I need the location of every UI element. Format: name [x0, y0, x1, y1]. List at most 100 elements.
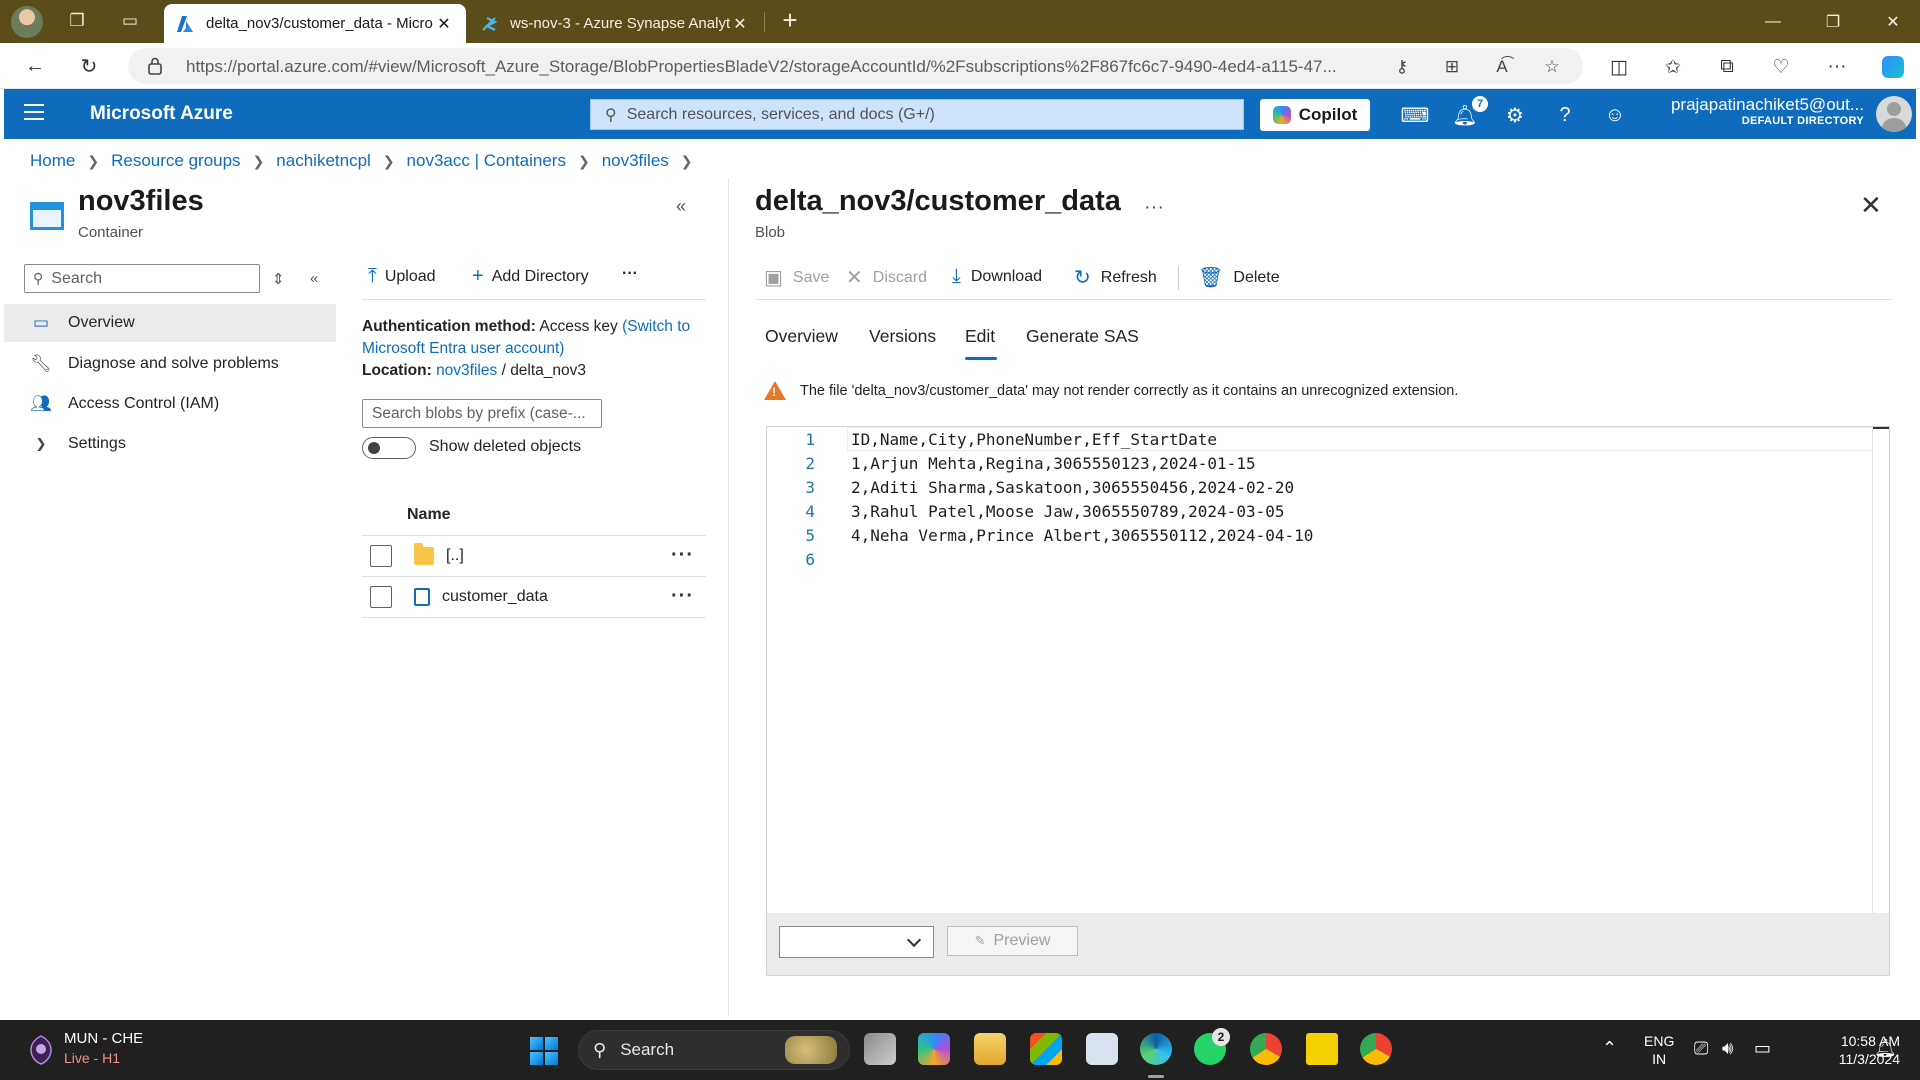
line-text[interactable]: ID,Name,City,PhoneNumber,Eff_StartDate	[851, 430, 1217, 449]
editor-line[interactable]: 3 2,Aditi Sharma,Saskatoon,3065550456,20…	[767, 475, 1294, 499]
preview-button[interactable]: ✎ Preview	[947, 926, 1078, 956]
editor-scrollbar[interactable]	[1872, 427, 1873, 913]
sticky-notes-icon[interactable]	[1306, 1033, 1338, 1065]
split-screen-icon[interactable]: ◫	[1604, 53, 1634, 81]
file-explorer-icon[interactable]	[974, 1033, 1006, 1065]
column-header-name[interactable]: Name	[407, 506, 451, 524]
blob-prefix-search-input[interactable]: Search blobs by prefix (case-...	[362, 399, 602, 428]
network-icon[interactable]: ⎚	[1694, 1038, 1708, 1059]
copilot-sidebar-icon[interactable]	[1878, 53, 1908, 81]
notifications-bell-icon[interactable]: 🔔︎	[1874, 1038, 1897, 1059]
close-tab-icon[interactable]: ✕	[434, 14, 454, 34]
row-name[interactable]: customer_data	[442, 588, 548, 606]
menu-item-access-control[interactable]: 👥︎ Access Control (IAM)	[4, 385, 336, 423]
editor-line[interactable]: 6	[767, 547, 851, 571]
browser-essentials-icon[interactable]: ♡	[1766, 53, 1796, 81]
editor-line[interactable]: 4 3,Rahul Patel,Moose Jaw,3065550789,202…	[767, 499, 1284, 523]
apps-icon[interactable]: ⊞	[1438, 56, 1466, 78]
breadcrumb-resource-group[interactable]: nachiketncpl	[276, 151, 371, 171]
key-icon[interactable]: ⚷	[1388, 56, 1416, 78]
keyboard-icon[interactable]	[1086, 1033, 1118, 1065]
code-editor[interactable]: 1 ID,Name,City,PhoneNumber,Eff_StartDate…	[766, 426, 1890, 976]
editor-line[interactable]: 2 1,Arjun Mehta,Regina,3065550123,2024-0…	[767, 451, 1256, 475]
taskbar-search[interactable]: ⚲ Search	[578, 1030, 850, 1070]
line-text[interactable]: 2,Aditi Sharma,Saskatoon,3065550456,2024…	[851, 478, 1294, 497]
tab-synapse[interactable]: ws-nov-3 - Azure Synapse Analyti ✕	[468, 4, 762, 43]
cloud-shell-icon[interactable]: ⌨	[1400, 101, 1430, 129]
menu-search-input[interactable]: ⚲ Search	[24, 264, 260, 293]
row-more-icon[interactable]: ···	[671, 585, 694, 608]
line-text[interactable]: 1,Arjun Mehta,Regina,3065550123,2024-01-…	[851, 454, 1256, 473]
global-search-input[interactable]: ⚲ Search resources, services, and docs (…	[590, 99, 1244, 130]
refresh-button[interactable]: ↻ Refresh	[1074, 265, 1157, 290]
team-crest-icon[interactable]	[28, 1034, 54, 1066]
row-checkbox[interactable]	[370, 586, 392, 608]
blob-more-icon[interactable]: ···	[1144, 196, 1164, 219]
show-hidden-icons-chevron-icon[interactable]: ⌃	[1602, 1038, 1617, 1059]
maximize-button[interactable]: ❐	[1806, 0, 1860, 43]
save-button[interactable]: ▣ Save	[764, 265, 829, 290]
back-arrow-icon[interactable]: ←	[20, 52, 50, 80]
vertical-tabs-icon[interactable]: ▭	[117, 8, 143, 34]
profile-avatar[interactable]	[11, 6, 43, 38]
chrome-profile-icon[interactable]	[1360, 1033, 1392, 1065]
collapse-menu-icon[interactable]: «	[310, 270, 318, 287]
task-view-icon[interactable]	[864, 1033, 896, 1065]
discard-button[interactable]: ✕ Discard	[846, 265, 927, 290]
menu-item-diagnose[interactable]: 🔧︎ Diagnose and solve problems	[4, 345, 336, 383]
copilot-button[interactable]: Copilot	[1260, 99, 1370, 131]
editor-scrollbar-thumb[interactable]	[1873, 427, 1889, 429]
copilot-app-icon[interactable]	[918, 1033, 950, 1065]
table-row[interactable]: [..] ···	[362, 536, 706, 576]
table-row[interactable]: customer_data ···	[362, 577, 706, 617]
download-button[interactable]: ⤓ Download	[952, 265, 1042, 288]
more-options-icon[interactable]: ···	[1822, 53, 1852, 81]
tab-generate-sas[interactable]: Generate SAS	[1026, 326, 1139, 347]
tab-azure-blob[interactable]: delta_nov3/customer_data - Micro ✕	[164, 4, 466, 43]
menu-item-overview[interactable]: ▭ Overview	[4, 304, 336, 342]
minimize-button[interactable]: —	[1746, 0, 1800, 43]
volume-icon[interactable]: 🔊︎	[1722, 1038, 1733, 1059]
breadcrumb-container[interactable]: nov3files	[602, 151, 669, 171]
account-menu[interactable]: prajapatinachiket5@out... DEFAULT DIRECT…	[1624, 95, 1864, 127]
user-avatar[interactable]	[1876, 96, 1912, 132]
row-more-icon[interactable]: ···	[671, 544, 694, 567]
lock-icon[interactable]	[148, 57, 162, 75]
start-windows-icon[interactable]	[530, 1037, 558, 1065]
tab-overview[interactable]: Overview	[765, 326, 838, 347]
close-tab-icon[interactable]: ✕	[730, 14, 750, 34]
help-icon[interactable]: ?	[1550, 101, 1580, 129]
encoding-dropdown[interactable]	[779, 926, 934, 958]
expand-collapse-icon[interactable]: ⇕	[272, 270, 285, 288]
editor-line[interactable]: 5 4,Neha Verma,Prince Albert,3065550112,…	[767, 523, 1313, 547]
portal-brand[interactable]: Microsoft Azure	[90, 103, 233, 125]
breadcrumb-resource-groups[interactable]: Resource groups	[111, 151, 240, 171]
chrome-icon[interactable]	[1250, 1033, 1282, 1065]
line-text[interactable]: 3,Rahul Patel,Moose Jaw,3065550789,2024-…	[851, 502, 1284, 521]
tab-edit[interactable]: Edit	[965, 326, 995, 347]
editor-line[interactable]: 1 ID,Name,City,PhoneNumber,Eff_StartDate	[767, 427, 1217, 451]
close-blade-icon[interactable]: ✕	[1860, 190, 1882, 221]
workspaces-icon[interactable]: ❐	[64, 8, 90, 34]
url-field[interactable]: https://portal.azure.com/#view/Microsoft…	[128, 48, 1583, 84]
battery-icon[interactable]: ▭	[1754, 1038, 1771, 1059]
settings-gear-icon[interactable]: ⚙	[1500, 101, 1530, 129]
more-commands-button[interactable]: ···	[622, 265, 638, 283]
row-name[interactable]: [..]	[446, 547, 464, 565]
show-deleted-toggle[interactable]	[362, 437, 416, 459]
favorite-star-icon[interactable]: ☆	[1538, 56, 1566, 78]
location-container-link[interactable]: nov3files	[436, 362, 497, 379]
collapse-blade-icon[interactable]: «	[676, 196, 686, 217]
add-directory-button[interactable]: + Add Directory	[472, 265, 589, 288]
collections-icon[interactable]: ⧉	[1712, 53, 1742, 81]
close-window-button[interactable]: ✕	[1866, 0, 1920, 43]
edge-browser-icon[interactable]	[1140, 1033, 1172, 1078]
new-tab-button[interactable]: +	[776, 7, 804, 35]
line-text[interactable]: 4,Neha Verma,Prince Albert,3065550112,20…	[851, 526, 1313, 545]
hamburger-menu-icon[interactable]	[24, 104, 44, 120]
upload-button[interactable]: ⤒ Upload	[368, 265, 436, 288]
delete-button[interactable]: 🗑︎ Delete	[1198, 265, 1280, 290]
favorites-icon[interactable]: ✩	[1658, 53, 1688, 81]
tab-versions[interactable]: Versions	[869, 326, 936, 347]
menu-item-settings[interactable]: ❯ Settings	[4, 425, 336, 463]
